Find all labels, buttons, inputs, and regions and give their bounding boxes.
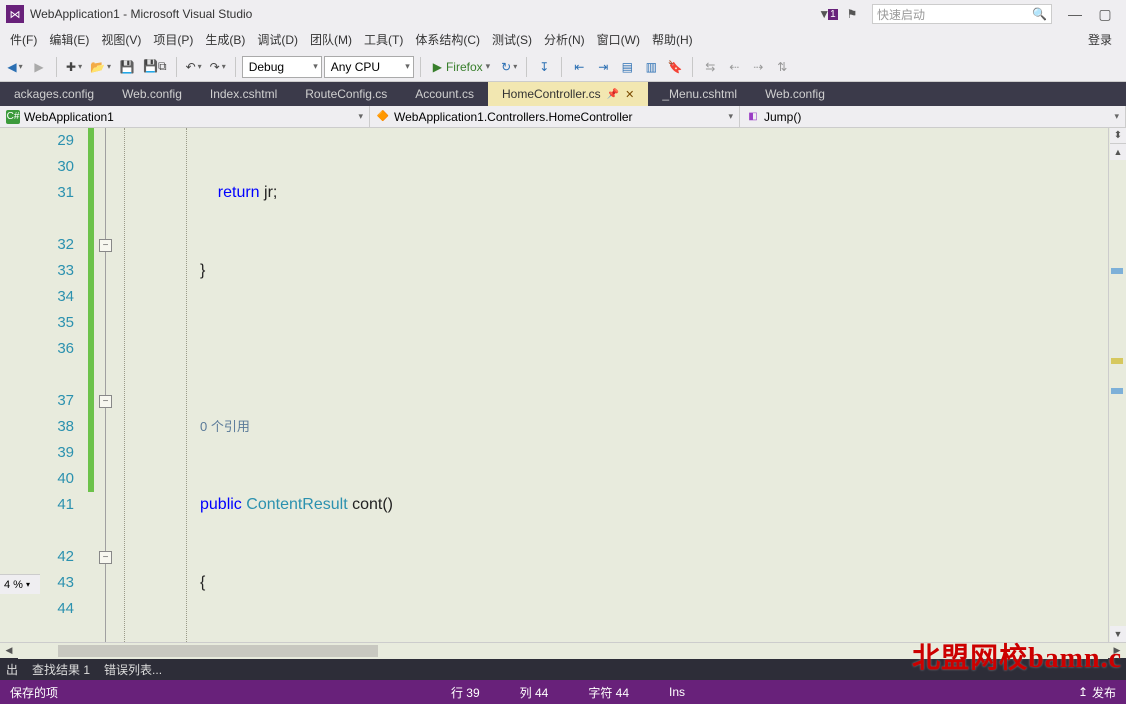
- fold-node-icon[interactable]: −: [99, 395, 112, 408]
- search-icon: 🔍: [1032, 7, 1047, 21]
- title-bar: ⋈ WebApplication1 - Microsoft Visual Stu…: [0, 0, 1126, 28]
- change-margin: [86, 128, 96, 642]
- status-bar: 保存的项 行 39 列 44 字符 44 Ins ↥发布: [0, 680, 1126, 704]
- indent-out-button[interactable]: ⇤: [568, 56, 590, 78]
- upload-icon: ↥: [1078, 685, 1088, 699]
- filter-icon[interactable]: ▼1: [818, 4, 838, 24]
- nav-class-select[interactable]: 🔶WebApplication1.Controllers.HomeControl…: [370, 106, 740, 127]
- tool-b-button[interactable]: ⇠: [723, 56, 745, 78]
- minimize-button[interactable]: —: [1060, 2, 1090, 26]
- undo-button[interactable]: ↶: [183, 56, 205, 78]
- tab-web-config-2[interactable]: Web.config: [751, 82, 839, 106]
- menu-debug[interactable]: 调试(D): [251, 28, 304, 52]
- menu-test[interactable]: 测试(S): [486, 28, 538, 52]
- scroll-up-icon[interactable]: ▲: [1110, 144, 1126, 160]
- outlining-margin[interactable]: − − −: [96, 128, 116, 642]
- platform-select[interactable]: Any CPU: [324, 56, 414, 78]
- play-icon: ▶: [433, 60, 442, 74]
- start-debug-button[interactable]: ▶Firefox▾: [427, 56, 496, 78]
- menu-architecture[interactable]: 体系结构(C): [409, 28, 486, 52]
- scroll-down-icon[interactable]: ▼: [1110, 626, 1126, 642]
- status-line: 行 39: [451, 684, 480, 701]
- save-button[interactable]: 💾: [116, 56, 138, 78]
- horizontal-scrollbar[interactable]: ◀ ▶: [0, 642, 1126, 658]
- redo-button[interactable]: ↷: [207, 56, 229, 78]
- menu-view[interactable]: 视图(V): [95, 28, 147, 52]
- output-tab[interactable]: 出: [6, 661, 18, 678]
- window-title: WebApplication1 - Microsoft Visual Studi…: [30, 7, 252, 21]
- menu-bar: 件(F) 编辑(E) 视图(V) 项目(P) 生成(B) 调试(D) 团队(M)…: [0, 28, 1126, 52]
- tab-packages-config[interactable]: ackages.config: [0, 82, 108, 106]
- quick-launch-input[interactable]: 快速启动 🔍: [872, 4, 1052, 24]
- menu-file[interactable]: 件(F): [4, 28, 43, 52]
- tool-d-button[interactable]: ⇅: [771, 56, 793, 78]
- indent-in-button[interactable]: ⇥: [592, 56, 614, 78]
- findresults-tab[interactable]: 查找结果 1: [32, 661, 90, 678]
- nav-dropdowns: C#WebApplication1▾ 🔶WebApplication1.Cont…: [0, 106, 1126, 128]
- status-char: 字符 44: [588, 684, 629, 701]
- browser-link-button[interactable]: ↻: [498, 56, 520, 78]
- menu-edit[interactable]: 编辑(E): [43, 28, 95, 52]
- config-select[interactable]: Debug: [242, 56, 322, 78]
- menu-tools[interactable]: 工具(T): [358, 28, 409, 52]
- publish-button[interactable]: ↥发布: [1078, 684, 1116, 701]
- scroll-thumb[interactable]: [58, 645, 378, 657]
- tool-c-button[interactable]: ⇢: [747, 56, 769, 78]
- menu-build[interactable]: 生成(B): [199, 28, 251, 52]
- menu-team[interactable]: 团队(M): [304, 28, 358, 52]
- menu-window[interactable]: 窗口(W): [591, 28, 646, 52]
- tab-web-config[interactable]: Web.config: [108, 82, 196, 106]
- indent-guides: [116, 128, 196, 642]
- nav-fwd-button[interactable]: ▶: [28, 56, 50, 78]
- tab-index-cshtml[interactable]: Index.cshtml: [196, 82, 291, 106]
- notifications-icon[interactable]: ⚑: [842, 4, 862, 24]
- maximize-button[interactable]: ▢: [1090, 2, 1120, 26]
- tab-homecontroller-cs[interactable]: HomeController.cs📌✕: [488, 82, 648, 106]
- method-icon: ◧: [746, 110, 760, 124]
- pin-icon[interactable]: 📌: [607, 89, 619, 100]
- vs-logo-icon: ⋈: [6, 5, 24, 23]
- document-tabs: ackages.config Web.config Index.cshtml R…: [0, 82, 1126, 106]
- quick-launch-placeholder: 快速启动: [877, 6, 925, 23]
- close-icon[interactable]: ✕: [625, 88, 634, 101]
- uncomment-button[interactable]: ▥: [640, 56, 662, 78]
- status-ins: Ins: [669, 685, 685, 699]
- step-into-button[interactable]: ↧: [533, 56, 555, 78]
- nav-back-button[interactable]: ◀: [4, 56, 26, 78]
- save-all-button[interactable]: 💾⧉: [140, 56, 170, 78]
- fold-node-icon[interactable]: −: [99, 239, 112, 252]
- scroll-left-icon[interactable]: ◀: [0, 643, 18, 659]
- class-icon: 🔶: [376, 110, 390, 124]
- code-content[interactable]: return jr; } 0 个引用 public ContentResult …: [196, 128, 1108, 642]
- tool-window-tabs: 出 查找结果 1 错误列表...: [0, 658, 1126, 680]
- menu-help[interactable]: 帮助(H): [646, 28, 699, 52]
- tool-a-button[interactable]: ⇆: [699, 56, 721, 78]
- menu-project[interactable]: 项目(P): [147, 28, 199, 52]
- scroll-right-icon[interactable]: ▶: [1108, 643, 1126, 659]
- zoom-select[interactable]: 4 %: [0, 574, 40, 594]
- tab-routeconfig-cs[interactable]: RouteConfig.cs: [291, 82, 401, 106]
- new-project-button[interactable]: ✚: [63, 56, 85, 78]
- status-saved: 保存的项: [10, 684, 58, 701]
- menu-analyze[interactable]: 分析(N): [538, 28, 591, 52]
- comment-button[interactable]: ▤: [616, 56, 638, 78]
- signin-link[interactable]: 登录: [1082, 28, 1122, 52]
- open-file-button[interactable]: 📂: [87, 56, 114, 78]
- bookmark-button[interactable]: 🔖: [664, 56, 686, 78]
- main-toolbar: ◀ ▶ ✚ 📂 💾 💾⧉ ↶ ↷ Debug Any CPU ▶Firefox▾…: [0, 52, 1126, 82]
- split-icon[interactable]: ⬍: [1110, 128, 1126, 144]
- nav-project-select[interactable]: C#WebApplication1▾: [0, 106, 370, 127]
- tab-menu-cshtml[interactable]: _Menu.cshtml: [648, 82, 751, 106]
- fold-node-icon[interactable]: −: [99, 551, 112, 564]
- status-col: 列 44: [520, 684, 549, 701]
- tab-account-cs[interactable]: Account.cs: [401, 82, 488, 106]
- nav-member-select[interactable]: ◧Jump()▾: [740, 106, 1126, 127]
- vertical-scrollbar[interactable]: ⬍ ▲ ▼: [1108, 128, 1126, 642]
- errorlist-tab[interactable]: 错误列表...: [104, 661, 162, 678]
- csharp-icon: C#: [6, 110, 20, 124]
- code-editor[interactable]: 293031 3233343536 3738394041 424344 − − …: [0, 128, 1126, 642]
- line-number-gutter: 293031 3233343536 3738394041 424344: [0, 128, 86, 642]
